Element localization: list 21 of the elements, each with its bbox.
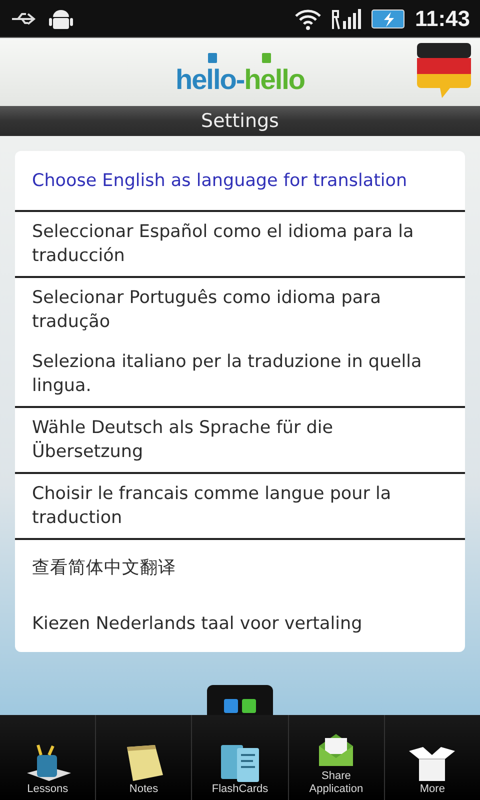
- language-option[interactable]: Choose English as language for translation: [15, 151, 465, 212]
- language-option[interactable]: Seleziona italiano per la traduzione in quella lingua.: [15, 342, 465, 408]
- battery-icon: [370, 8, 407, 30]
- tab-bar-item[interactable]: Share Application: [288, 715, 385, 800]
- tab-bar-item[interactable]: More: [384, 715, 480, 800]
- tab-bar-item[interactable]: Lessons: [0, 715, 96, 800]
- screen-title: Settings: [0, 106, 480, 136]
- tab-bar-item[interactable]: Notes: [96, 715, 192, 800]
- tab-bar-item[interactable]: FlashCards: [192, 715, 289, 800]
- language-option[interactable]: Choisir le francais comme langue pour la traduction: [15, 474, 465, 540]
- logo-text: -: [236, 64, 244, 95]
- language-option[interactable]: Kiezen Nederlands taal voor vertaling: [15, 596, 465, 652]
- language-option[interactable]: 查看简体中文翻译: [15, 540, 465, 596]
- language-option[interactable]: Seleccionar Español como el idioma para la traducción: [15, 212, 465, 278]
- logo-text: hello: [175, 64, 236, 95]
- logo-text: hello: [244, 64, 304, 95]
- tab-indicator: [207, 685, 273, 715]
- signal-icon: [330, 6, 363, 30]
- language-option[interactable]: Wähle Deutsch als Sprache für die Übersetzung: [15, 408, 465, 474]
- language-option[interactable]: Selecionar Português como idioma para tradução: [15, 278, 465, 342]
- clock: 11:43: [414, 6, 470, 32]
